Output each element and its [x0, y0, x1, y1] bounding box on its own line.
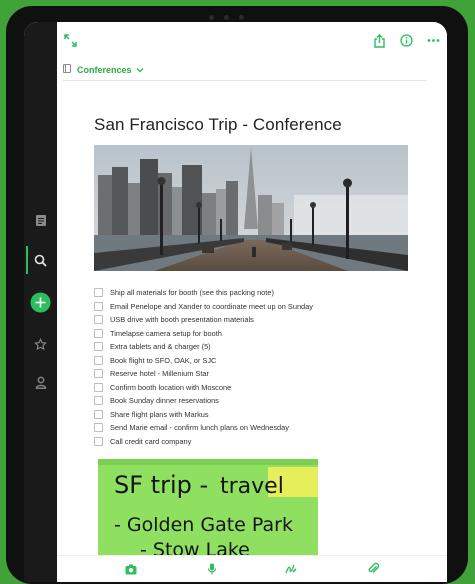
todo-text[interactable]: Confirm booth location with Moscone: [110, 383, 231, 392]
note-editor: Conferences San Francisco Trip - Confere…: [57, 22, 447, 582]
header-divider: [63, 80, 427, 81]
list-item: USB drive with booth presentation materi…: [94, 313, 313, 327]
checkbox[interactable]: [94, 288, 103, 298]
list-item: Book flight to SFO, OAK, or SJC: [94, 354, 313, 368]
todo-text[interactable]: Reserve hotel - Millenium Star: [110, 369, 209, 378]
notebook-selector[interactable]: Conferences: [63, 64, 144, 75]
list-item: Call credit card company: [94, 435, 313, 449]
checkbox[interactable]: [94, 369, 103, 379]
todo-text[interactable]: USB drive with booth presentation materi…: [110, 315, 254, 324]
handwritten-tag: travel: [220, 474, 284, 499]
checkbox[interactable]: [94, 423, 103, 433]
camera-dots: [209, 15, 244, 20]
expand-icon[interactable]: [64, 34, 77, 52]
checkbox[interactable]: [94, 355, 103, 365]
notes-icon[interactable]: [24, 210, 57, 230]
todo-text[interactable]: Timelapse camera setup for booth: [110, 329, 222, 338]
app-screen: Conferences San Francisco Trip - Confere…: [24, 22, 447, 582]
notebook-icon: [63, 64, 71, 75]
todo-text[interactable]: Book flight to SFO, OAK, or SJC: [110, 356, 216, 365]
checkbox[interactable]: [94, 342, 103, 352]
chevron-down-icon: [136, 65, 144, 75]
todo-text[interactable]: Send Marie email - confirm lunch plans o…: [110, 423, 289, 432]
shortcuts-star-icon[interactable]: [24, 334, 57, 354]
new-note-icon[interactable]: [24, 290, 57, 314]
info-icon[interactable]: [400, 34, 413, 52]
account-icon[interactable]: [24, 372, 57, 392]
todo-text[interactable]: Share flight plans with Markus: [110, 410, 209, 419]
share-icon[interactable]: [373, 34, 386, 53]
notebook-name: Conferences: [77, 64, 132, 75]
list-item: Reserve hotel - Millenium Star: [94, 367, 313, 381]
note-title[interactable]: San Francisco Trip - Conference: [94, 115, 342, 135]
checkbox[interactable]: [94, 396, 103, 406]
nav-rail: [24, 22, 57, 582]
todo-text[interactable]: Extra tablets and & charger (5): [110, 342, 211, 351]
list-item: Email Penelope and Xander to coordinate …: [94, 300, 313, 314]
search-icon[interactable]: [24, 250, 57, 270]
checkbox[interactable]: [94, 301, 103, 311]
more-icon[interactable]: [427, 34, 440, 52]
list-item: Confirm booth location with Moscone: [94, 381, 313, 395]
list-item: Timelapse camera setup for booth: [94, 327, 313, 341]
list-item: Share flight plans with Markus: [94, 408, 313, 422]
pier-photo[interactable]: [94, 145, 408, 271]
checkbox[interactable]: [94, 436, 103, 446]
list-item: Extra tablets and & charger (5): [94, 340, 313, 354]
todo-text[interactable]: Call credit card company: [110, 437, 191, 446]
list-item: Book Sunday dinner reservations: [94, 394, 313, 408]
microphone-icon[interactable]: [207, 562, 217, 580]
handwritten-line-2: - Golden Gate Park: [114, 514, 293, 536]
todo-text[interactable]: Book Sunday dinner reservations: [110, 396, 219, 405]
checkbox[interactable]: [94, 315, 103, 325]
todo-checklist: Ship all materials for booth (see this p…: [94, 286, 313, 448]
attachment-icon[interactable]: [367, 562, 380, 580]
todo-text[interactable]: Ship all materials for booth (see this p…: [110, 288, 274, 297]
checkbox[interactable]: [94, 382, 103, 392]
handwritten-line-1: SF trip -: [114, 471, 208, 499]
todo-text[interactable]: Email Penelope and Xander to coordinate …: [110, 302, 313, 311]
camera-icon[interactable]: [125, 562, 137, 580]
checkbox[interactable]: [94, 328, 103, 338]
list-item: Ship all materials for booth (see this p…: [94, 286, 313, 300]
bottom-toolbar: [57, 555, 447, 582]
checkbox[interactable]: [94, 409, 103, 419]
handwritten-note-image[interactable]: SF trip - travel - Golden Gate Park - St…: [98, 459, 318, 559]
handwriting-icon[interactable]: [285, 562, 297, 580]
note-toolbar: [57, 22, 447, 62]
list-item: Send Marie email - confirm lunch plans o…: [94, 421, 313, 435]
